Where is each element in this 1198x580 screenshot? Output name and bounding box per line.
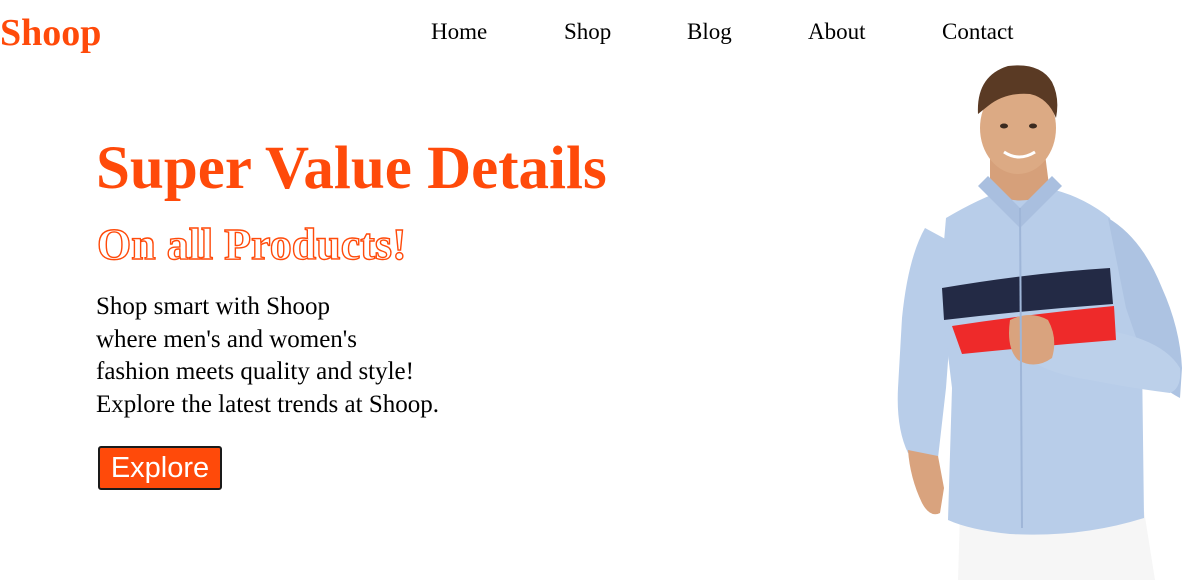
logo[interactable]: Shoop xyxy=(0,11,101,55)
hero-subtitle: On all Products! xyxy=(96,219,407,269)
hero-description-line: Explore the latest trends at Shoop. xyxy=(96,390,439,418)
left-hand-shape xyxy=(908,450,944,515)
model-image xyxy=(897,65,1182,580)
hero-title: Super Value Details xyxy=(96,135,607,202)
page: Shoop Home Shop Blog About Contact Super… xyxy=(0,0,1198,580)
explore-button[interactable]: Explore xyxy=(98,446,222,490)
right-hand-shape xyxy=(1009,315,1055,365)
hero-description-line: Shop smart with Shoop xyxy=(96,293,331,320)
nav-link-shop[interactable]: Shop xyxy=(564,17,611,47)
nav-link-about[interactable]: About xyxy=(808,17,866,47)
hero-description-line: fashion meets quality and style! xyxy=(96,358,414,385)
nav-link-blog[interactable]: Blog xyxy=(687,17,732,47)
hero-description: Shop smart with Shoop where men's and wo… xyxy=(96,291,536,421)
eye-shape xyxy=(1000,123,1008,129)
nav-link-home[interactable]: Home xyxy=(431,17,487,47)
hero-description-line: where men's and women's xyxy=(96,325,358,353)
eye-shape xyxy=(1029,123,1037,129)
nav-link-contact[interactable]: Contact xyxy=(942,17,1014,47)
